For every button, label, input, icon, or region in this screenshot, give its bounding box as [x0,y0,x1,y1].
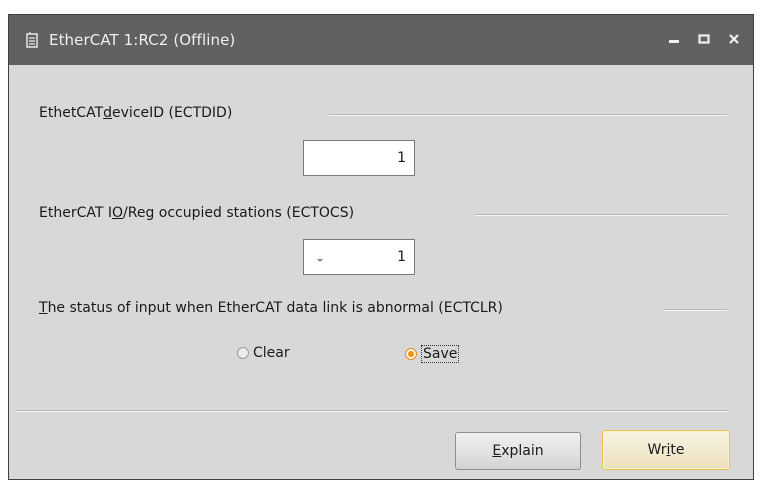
write-button-post: te [670,442,685,458]
save-radio[interactable]: Save [405,345,460,363]
button-separator [15,410,729,412]
input-status-label: The status of input when EtherCAT data l… [39,300,503,316]
minimize-icon[interactable] [663,28,685,50]
clear-radio-label: Clear [253,345,290,361]
device-id-label-post: eviceID (ECTDID) [112,105,233,121]
device-id-label: EthetCAT d eviceID (ECTDID) [39,105,232,121]
occupied-stations-label-pre: EtherCAT I [39,205,112,221]
device-id-value: 1 [397,150,406,166]
input-status-divider [663,309,727,311]
occupied-stations-spinner[interactable]: 1 [303,239,415,275]
chevron-down-icon[interactable] [316,252,324,268]
dialog-window: EtherCAT 1:RC2 (Offline) EthetCAT d evice… [8,14,754,480]
input-status-label-post: he status of input when EtherCAT data li… [47,300,503,316]
occupied-stations-label-key: O [111,205,124,221]
explain-button-label: xplain [501,443,544,459]
explain-button-key: E [492,443,502,459]
title-bar[interactable]: EtherCAT 1:RC2 (Offline) [9,15,753,65]
clear-radio-dot[interactable] [237,347,249,359]
device-id-divider [329,114,727,116]
explain-button[interactable]: Explain [455,432,581,470]
clear-radio[interactable]: Clear [237,345,290,361]
write-button[interactable]: Wr i te [602,430,730,470]
dialog-content: EthetCAT d eviceID (ECTDID) 1 EtherCAT IO… [9,65,753,479]
write-button-pre: Wr [647,442,667,458]
document-icon [23,31,41,49]
device-id-label-key: d [103,105,113,121]
window-title: EtherCAT 1:RC2 (Offline) [49,31,236,49]
occupied-stations-label: EtherCAT I O/Reg occupied stations (ECTOC… [39,205,354,221]
maximize-icon[interactable] [693,28,715,50]
occupied-stations-label-post: /Reg occupied stations (ECTOCS) [123,205,355,221]
occupied-stations-value: 1 [397,249,406,265]
device-id-input[interactable]: 1 [303,140,415,176]
save-radio-label: Save [421,345,460,363]
save-radio-dot[interactable] [405,348,417,360]
close-icon[interactable] [723,28,745,50]
device-id-label-pre: EthetCAT [39,105,104,121]
window-controls [663,28,745,50]
occupied-stations-divider [475,214,727,216]
input-status-label-key: T [39,300,48,316]
